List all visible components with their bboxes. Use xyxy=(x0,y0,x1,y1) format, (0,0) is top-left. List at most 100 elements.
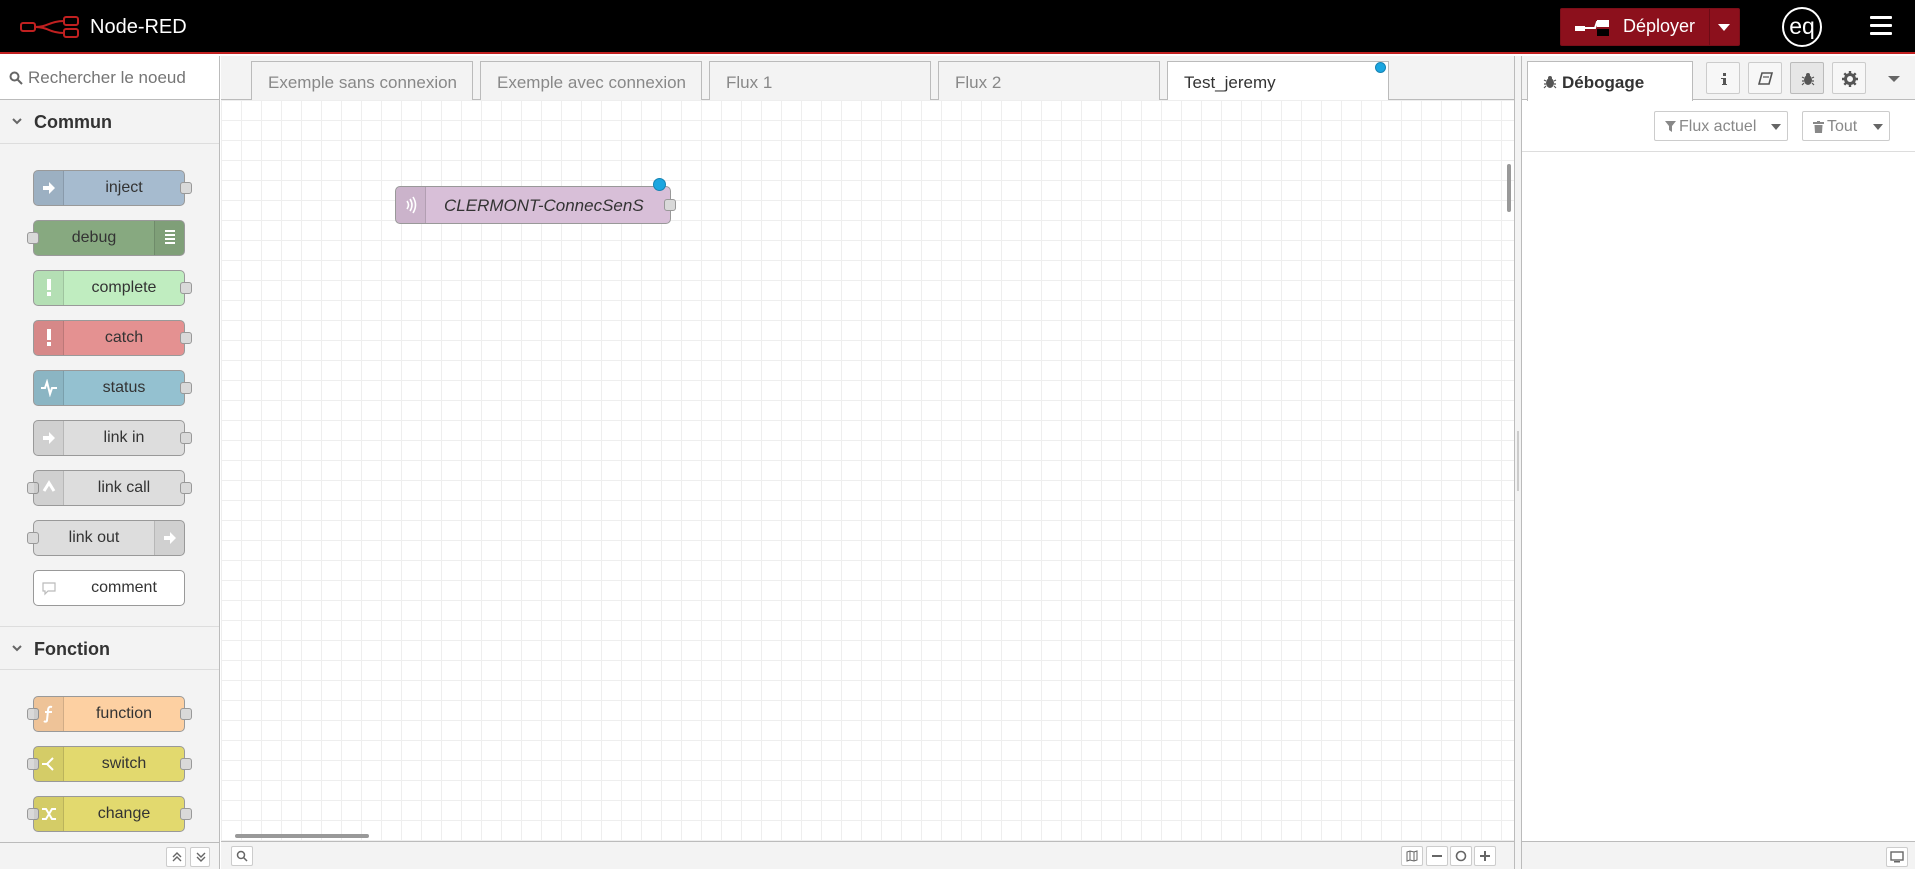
palette-node-comment[interactable]: comment xyxy=(33,570,185,606)
switch-icon xyxy=(34,747,64,781)
debug-clear-label: Tout xyxy=(1827,118,1858,135)
link-out-icon xyxy=(154,521,184,555)
palette-node-label: link call xyxy=(97,479,151,496)
node-changed-indicator xyxy=(653,178,666,191)
output-port[interactable] xyxy=(180,482,192,494)
vertical-scrollbar[interactable] xyxy=(1507,164,1511,212)
info-tab-button[interactable] xyxy=(1706,62,1740,94)
debug-list-icon xyxy=(154,221,184,255)
expand-all-icon[interactable] xyxy=(190,847,210,867)
output-port[interactable] xyxy=(664,199,676,211)
palette-node-complete[interactable]: complete xyxy=(33,270,192,306)
user-avatar[interactable]: eq xyxy=(1782,7,1822,47)
category-label: Fonction xyxy=(34,639,110,659)
palette-node-status[interactable]: status xyxy=(33,370,192,406)
palette-node-function[interactable]: function xyxy=(27,696,192,732)
output-port[interactable] xyxy=(180,332,192,344)
output-port[interactable] xyxy=(180,282,192,294)
palette-node-change[interactable]: change xyxy=(27,796,192,832)
flow-node-clermont-connecsens[interactable]: CLERMONT-ConnecSenS xyxy=(395,178,676,224)
debug-tab-button[interactable] xyxy=(1790,62,1824,94)
deploy-icon xyxy=(1575,20,1609,36)
category-header-fonction[interactable]: Fonction xyxy=(0,626,219,670)
exclamation-icon xyxy=(34,271,64,305)
workspace-canvas[interactable]: CLERMONT-ConnecSenS xyxy=(221,100,1514,841)
palette-search xyxy=(0,56,219,100)
zoom-out-icon[interactable] xyxy=(1426,846,1448,866)
node-red-logo-icon xyxy=(20,16,79,38)
splitter-grip[interactable] xyxy=(1517,431,1519,491)
tab-test-jeremy[interactable]: Test_jeremy xyxy=(1167,61,1389,101)
output-port[interactable] xyxy=(180,808,192,820)
palette-node-label: complete xyxy=(91,279,157,296)
output-port[interactable] xyxy=(180,758,192,770)
tab-debug-label: Débogage xyxy=(1562,73,1645,92)
palette-node-link-call[interactable]: link call xyxy=(27,470,192,506)
palette-search-input[interactable] xyxy=(28,66,213,90)
palette-node-switch[interactable]: switch xyxy=(27,746,192,782)
bug-icon xyxy=(1543,76,1557,89)
main-menu-icon[interactable] xyxy=(1870,16,1892,36)
horizontal-scrollbar[interactable] xyxy=(235,834,369,838)
book-icon xyxy=(1758,72,1774,85)
debug-clear-dropdown[interactable]: Tout xyxy=(1802,111,1890,141)
tab-label: Test_jeremy xyxy=(1184,73,1276,92)
trash-icon xyxy=(1813,121,1824,133)
tab-label: Flux 1 xyxy=(726,73,773,92)
palette-node-link-out[interactable]: link out xyxy=(27,520,185,556)
palette-node-label: status xyxy=(102,379,146,396)
zoom-reset-icon[interactable] xyxy=(1450,846,1472,866)
deploy-divider xyxy=(1709,9,1710,45)
output-port[interactable] xyxy=(180,382,192,394)
output-port[interactable] xyxy=(180,432,192,444)
palette-node-label: function xyxy=(95,705,153,722)
palette-node-label: comment xyxy=(91,579,157,596)
category-label: Commun xyxy=(34,112,112,132)
sidebar-footer xyxy=(1522,841,1915,869)
help-tab-button[interactable] xyxy=(1748,62,1782,94)
chevron-down-icon xyxy=(12,645,22,652)
workspace-footer xyxy=(221,841,1514,869)
palette-node-label: catch xyxy=(104,329,144,346)
sidebar-tabs-caret-icon[interactable] xyxy=(1888,76,1900,82)
deploy-menu-caret-icon[interactable] xyxy=(1718,24,1730,31)
sidebar-splitter[interactable] xyxy=(1514,56,1522,869)
sidebar: Débogage Flux actuel Tout xyxy=(1522,56,1915,869)
debug-filter-dropdown[interactable]: Flux actuel xyxy=(1654,111,1788,141)
function-icon xyxy=(34,697,64,731)
link-in-icon xyxy=(34,421,64,455)
zoom-in-icon[interactable] xyxy=(1474,846,1496,866)
palette-node-link-in[interactable]: link in xyxy=(33,420,192,456)
palette-node-catch[interactable]: catch xyxy=(33,320,192,356)
sidebar-tabbar: Débogage xyxy=(1522,56,1915,101)
palette-node-debug[interactable]: debug xyxy=(27,220,185,256)
tab-flux-1[interactable]: Flux 1 xyxy=(709,61,931,100)
flow-node-label: CLERMONT-ConnecSenS xyxy=(444,196,644,215)
palette-footer xyxy=(0,842,219,869)
category-header-commun[interactable]: Commun xyxy=(0,100,219,144)
alert-icon xyxy=(34,321,64,355)
app-title: Node-RED xyxy=(90,16,187,38)
gear-icon xyxy=(1842,71,1858,87)
output-port[interactable] xyxy=(180,182,192,194)
tab-exemple-avec-connexion[interactable]: Exemple avec connexion xyxy=(480,61,702,100)
comment-icon xyxy=(34,571,64,605)
palette-node-inject[interactable]: inject xyxy=(33,170,192,206)
tab-exemple-sans-connexion[interactable]: Exemple sans connexion xyxy=(251,61,473,100)
tab-debug[interactable]: Débogage xyxy=(1527,61,1693,101)
inject-icon xyxy=(34,171,64,205)
output-port[interactable] xyxy=(180,708,192,720)
palette-node-label: switch xyxy=(101,755,147,772)
search-flows-icon[interactable] xyxy=(231,846,253,866)
config-tab-button[interactable] xyxy=(1832,62,1866,94)
chevron-down-icon xyxy=(1873,124,1883,130)
palette-node-label: debug xyxy=(71,229,117,246)
open-debug-window-button[interactable] xyxy=(1886,847,1908,867)
header-bar: Node-RED Déployer eq xyxy=(0,0,1915,54)
navigator-map-icon[interactable] xyxy=(1401,846,1423,866)
deploy-button[interactable]: Déployer xyxy=(1560,8,1740,46)
info-icon xyxy=(1721,73,1727,85)
palette-node-label: link out xyxy=(68,529,120,546)
tab-flux-2[interactable]: Flux 2 xyxy=(938,61,1160,100)
collapse-all-icon[interactable] xyxy=(166,847,186,867)
